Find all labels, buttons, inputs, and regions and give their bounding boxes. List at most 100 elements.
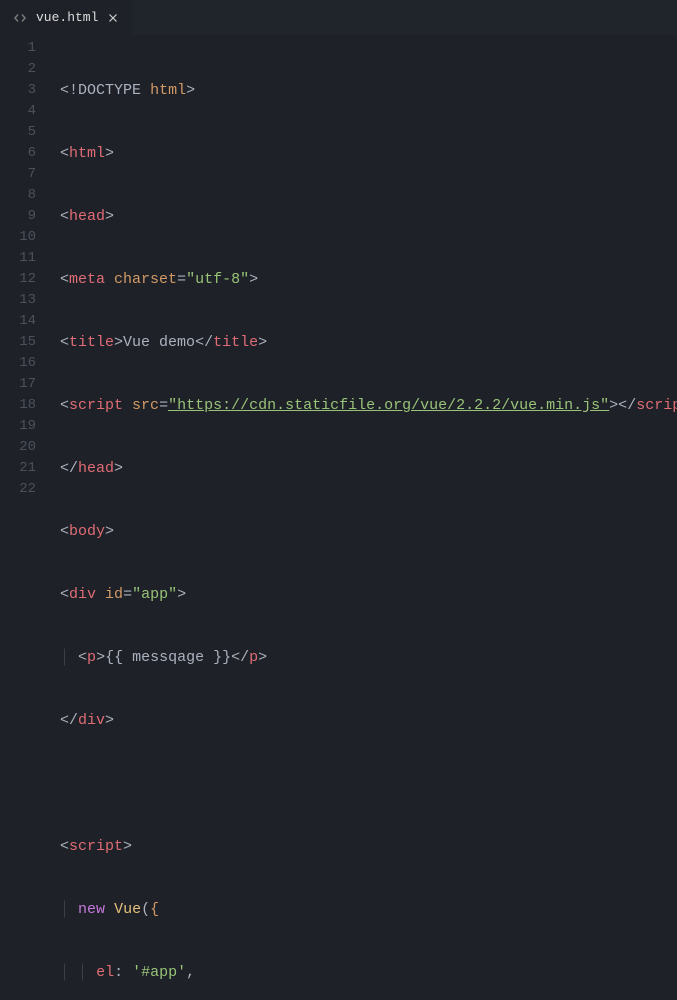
punct: : (114, 964, 123, 981)
tag: html (69, 145, 105, 162)
punct: / (69, 712, 78, 729)
punct: > (177, 586, 186, 603)
punct: / (204, 334, 213, 351)
punct: > (186, 82, 195, 99)
indent-guide: │ (60, 964, 69, 981)
attr: src (132, 397, 159, 414)
code-area[interactable]: <!DOCTYPE html> <html> <head> <meta char… (48, 38, 677, 1000)
tag: head (69, 208, 105, 225)
line-number: 1 (0, 38, 36, 59)
line-number: 18 (0, 395, 36, 416)
code-file-icon (12, 10, 28, 26)
punct: ( (141, 901, 150, 918)
close-icon[interactable] (106, 11, 120, 25)
punct: > (114, 334, 123, 351)
space (96, 586, 105, 603)
tag: head (78, 460, 114, 477)
space (105, 901, 114, 918)
indent-guide: │ (60, 901, 69, 918)
line-number: 15 (0, 332, 36, 353)
punct: = (177, 271, 186, 288)
editor[interactable]: 1 2 3 4 5 6 7 8 9 10 11 12 13 14 15 16 1… (0, 35, 677, 1000)
tag: script (69, 838, 123, 855)
tag: title (213, 334, 258, 351)
punct: < (60, 271, 69, 288)
text: {{ (105, 649, 132, 666)
punct: > (249, 271, 258, 288)
space (87, 964, 96, 981)
line-number: 19 (0, 416, 36, 437)
punct: < (60, 460, 69, 477)
punct: < (78, 649, 87, 666)
line-number: 5 (0, 122, 36, 143)
tag: body (69, 523, 105, 540)
punct: > (258, 649, 267, 666)
line-number: 17 (0, 374, 36, 395)
tag: title (69, 334, 114, 351)
punct: < (60, 523, 69, 540)
tab-vue-html[interactable]: vue.html (0, 0, 132, 35)
line-number: 14 (0, 311, 36, 332)
line-number-gutter: 1 2 3 4 5 6 7 8 9 10 11 12 13 14 15 16 1… (0, 38, 48, 1000)
tag: p (87, 649, 96, 666)
line-number: 11 (0, 248, 36, 269)
tag: meta (69, 271, 105, 288)
punct: > (105, 145, 114, 162)
punct: > (105, 208, 114, 225)
space (105, 271, 114, 288)
punct: > (105, 523, 114, 540)
line-number: 21 (0, 458, 36, 479)
line-number: 22 (0, 479, 36, 500)
line-number: 16 (0, 353, 36, 374)
punct: > (123, 838, 132, 855)
line-number: 12 (0, 269, 36, 290)
punct: < (195, 334, 204, 351)
tag: script (69, 397, 123, 414)
punct: / (240, 649, 249, 666)
keyword: new (78, 901, 105, 918)
indent-guide: │ (78, 964, 87, 981)
punct: < (60, 838, 69, 855)
space (69, 964, 78, 981)
identifier: Vue (114, 901, 141, 918)
punct: = (123, 586, 132, 603)
line-number: 13 (0, 290, 36, 311)
text: Vue demo (123, 334, 195, 351)
line-number: 3 (0, 80, 36, 101)
punct: < (60, 712, 69, 729)
punct: > (609, 397, 618, 414)
tag: script (636, 397, 677, 414)
tag: div (69, 586, 96, 603)
line-number: 9 (0, 206, 36, 227)
line-number: 7 (0, 164, 36, 185)
space (123, 964, 132, 981)
punct: < (60, 334, 69, 351)
punct: = (159, 397, 168, 414)
punct: < (60, 145, 69, 162)
string: "utf-8" (186, 271, 249, 288)
text: messqage (132, 649, 204, 666)
punct: < (60, 82, 69, 99)
line-number: 2 (0, 59, 36, 80)
line-number: 10 (0, 227, 36, 248)
line-number: 4 (0, 101, 36, 122)
string: "app" (132, 586, 177, 603)
attr: html (150, 82, 186, 99)
attr: charset (114, 271, 177, 288)
line-number: 8 (0, 185, 36, 206)
tag: p (249, 649, 258, 666)
line-number: 20 (0, 437, 36, 458)
brace: { (150, 901, 159, 918)
punct: > (258, 334, 267, 351)
punct: < (60, 397, 69, 414)
tag: div (78, 712, 105, 729)
punct: > (105, 712, 114, 729)
punct: < (618, 397, 627, 414)
punct: > (96, 649, 105, 666)
tab-filename: vue.html (36, 10, 98, 25)
indent-guide: │ (60, 649, 69, 666)
punct: / (69, 460, 78, 477)
punct: ! (69, 82, 78, 99)
space (123, 397, 132, 414)
string-url[interactable]: "https://cdn.staticfile.org/vue/2.2.2/vu… (168, 397, 609, 414)
